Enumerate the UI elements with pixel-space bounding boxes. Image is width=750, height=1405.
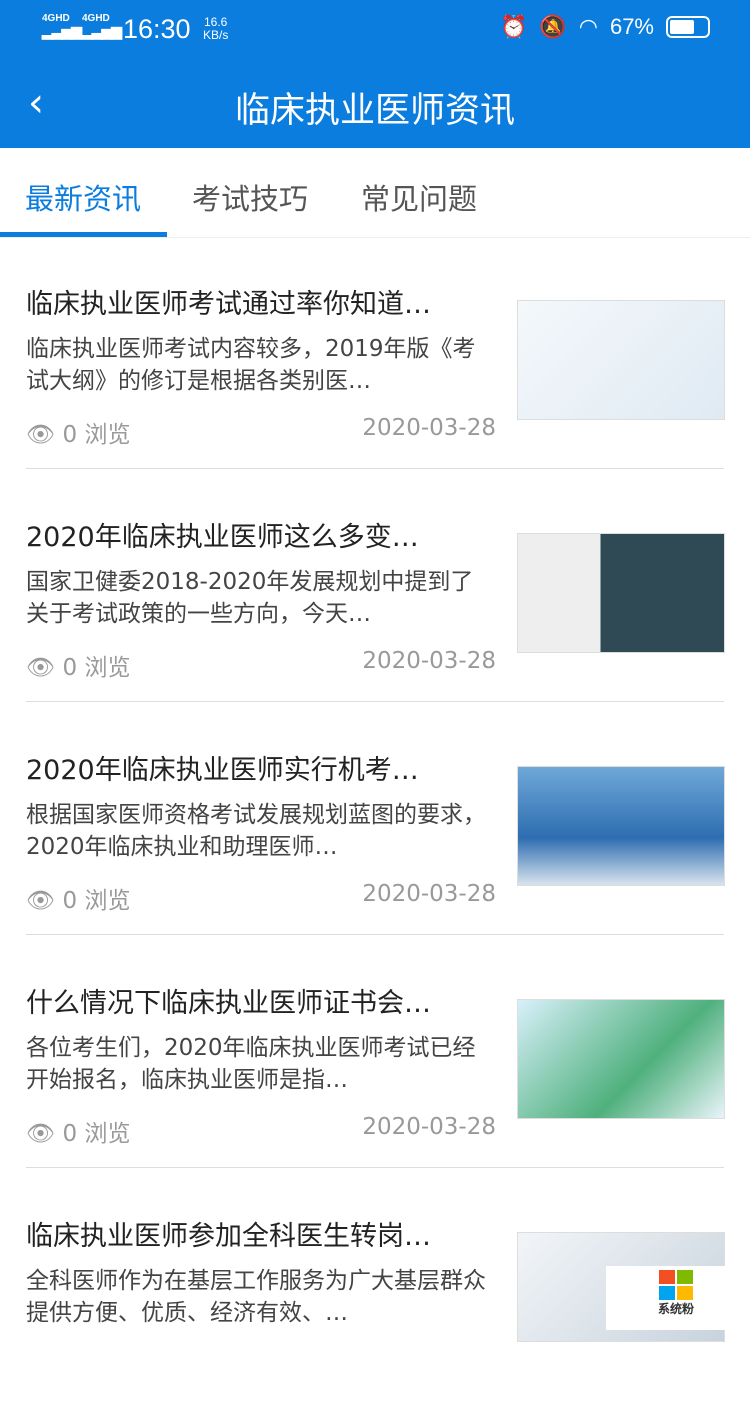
view-count: 👁 0 浏览: [26, 415, 130, 449]
net-speed: 16.6 KB/s: [203, 16, 228, 42]
article-thumbnail: [517, 533, 725, 653]
tab-exam-tips[interactable]: 考试技巧: [192, 148, 308, 237]
article-item[interactable]: 2020年临床执业医师实行机考… 根据国家医师资格考试发展规划蓝图的要求，202…: [0, 706, 750, 939]
tab-faq[interactable]: 常见问题: [361, 148, 477, 237]
divider: [26, 934, 724, 935]
article-summary: 全科医师作为在基层工作服务为广大基层群众提供方便、优质、经济有效、…: [26, 1268, 486, 1326]
signal-2: 4GHD ▂▃▅▆: [82, 14, 122, 39]
alarm-icon: ⏰: [499, 14, 528, 39]
article-summary: 各位考生们，2020年临床执业医师考试已经开始报名，临床执业医师是指…: [26, 1035, 476, 1093]
divider: [26, 468, 724, 469]
article-title: 什么情况下临床执业医师证书会…: [26, 988, 431, 1019]
signal-1: 4GHD ▂▃▅▆: [42, 14, 82, 39]
view-count: 👁 0 浏览: [26, 1114, 130, 1148]
views-label: 0 浏览: [62, 655, 131, 681]
article-date: 2020-03-28: [362, 881, 496, 907]
article-item[interactable]: 临床执业医师考试通过率你知道… 临床执业医师考试内容较多，2019年版《考试大纲…: [0, 240, 750, 473]
tab-latest[interactable]: 最新资讯: [0, 148, 168, 237]
status-bar: 4GHD ▂▃▅▆ 4GHD ▂▃▅▆ 16:30 16.6 KB/s ⏰ 🔕 ◠ 6…: [0, 0, 750, 60]
views-label: 0 浏览: [62, 1121, 131, 1147]
signal-icon: ▂▃▅▆: [42, 23, 82, 39]
eye-icon: 👁: [26, 888, 56, 914]
article-title: 临床执业医师考试通过率你知道…: [26, 289, 431, 320]
watermark-logo: 系统粉: [606, 1266, 746, 1330]
article-item[interactable]: 2020年临床执业医师这么多变… 国家卫健委2018-2020年发展规划中提到了…: [0, 473, 750, 706]
article-summary: 根据国家医师资格考试发展规划蓝图的要求，2020年临床执业和助理医师…: [26, 802, 486, 860]
eye-icon: 👁: [26, 1121, 56, 1147]
article-title: 2020年临床执业医师实行机考…: [26, 755, 419, 786]
article-thumbnail: [517, 766, 725, 886]
eye-icon: 👁: [26, 655, 56, 681]
article-item[interactable]: 什么情况下临床执业医师证书会… 各位考生们，2020年临床执业医师考试已经开始报…: [0, 939, 750, 1172]
article-summary: 临床执业医师考试内容较多，2019年版《考试大纲》的修订是根据各类别医…: [26, 336, 476, 394]
article-title: 临床执业医师参加全科医生转岗…: [26, 1221, 431, 1252]
article-thumbnail: [517, 300, 725, 420]
clock: 16:30: [123, 14, 191, 44]
divider: [26, 1167, 724, 1168]
article-date: 2020-03-28: [362, 1114, 496, 1140]
tab-bar: 最新资讯 考试技巧 常见问题: [0, 148, 750, 238]
battery-icon: [666, 16, 710, 38]
views-label: 0 浏览: [62, 888, 131, 914]
speed-unit: KB/s: [203, 28, 229, 42]
view-count: 👁 0 浏览: [26, 648, 130, 682]
wifi-icon: ◠: [578, 14, 598, 39]
view-count: 👁 0 浏览: [26, 881, 130, 915]
battery-percent: 67%: [609, 14, 654, 39]
divider: [26, 701, 724, 702]
article-date: 2020-03-28: [362, 648, 496, 674]
app-bar: 4GHD ▂▃▅▆ 4GHD ▂▃▅▆ 16:30 16.6 KB/s ⏰ 🔕 ◠ 6…: [0, 0, 750, 148]
article-summary: 国家卫健委2018-2020年发展规划中提到了关于考试政策的一些方向，今天…: [26, 569, 474, 627]
article-date: 2020-03-28: [362, 415, 496, 441]
signal-icon: ▂▃▅▆: [82, 23, 122, 39]
article-thumbnail: [517, 999, 725, 1119]
views-label: 0 浏览: [62, 422, 131, 448]
bell-off-icon: 🔕: [539, 14, 567, 39]
eye-icon: 👁: [26, 422, 56, 448]
article-title: 2020年临床执业医师这么多变…: [26, 522, 419, 553]
page-title: 临床执业医师资讯: [234, 91, 515, 131]
